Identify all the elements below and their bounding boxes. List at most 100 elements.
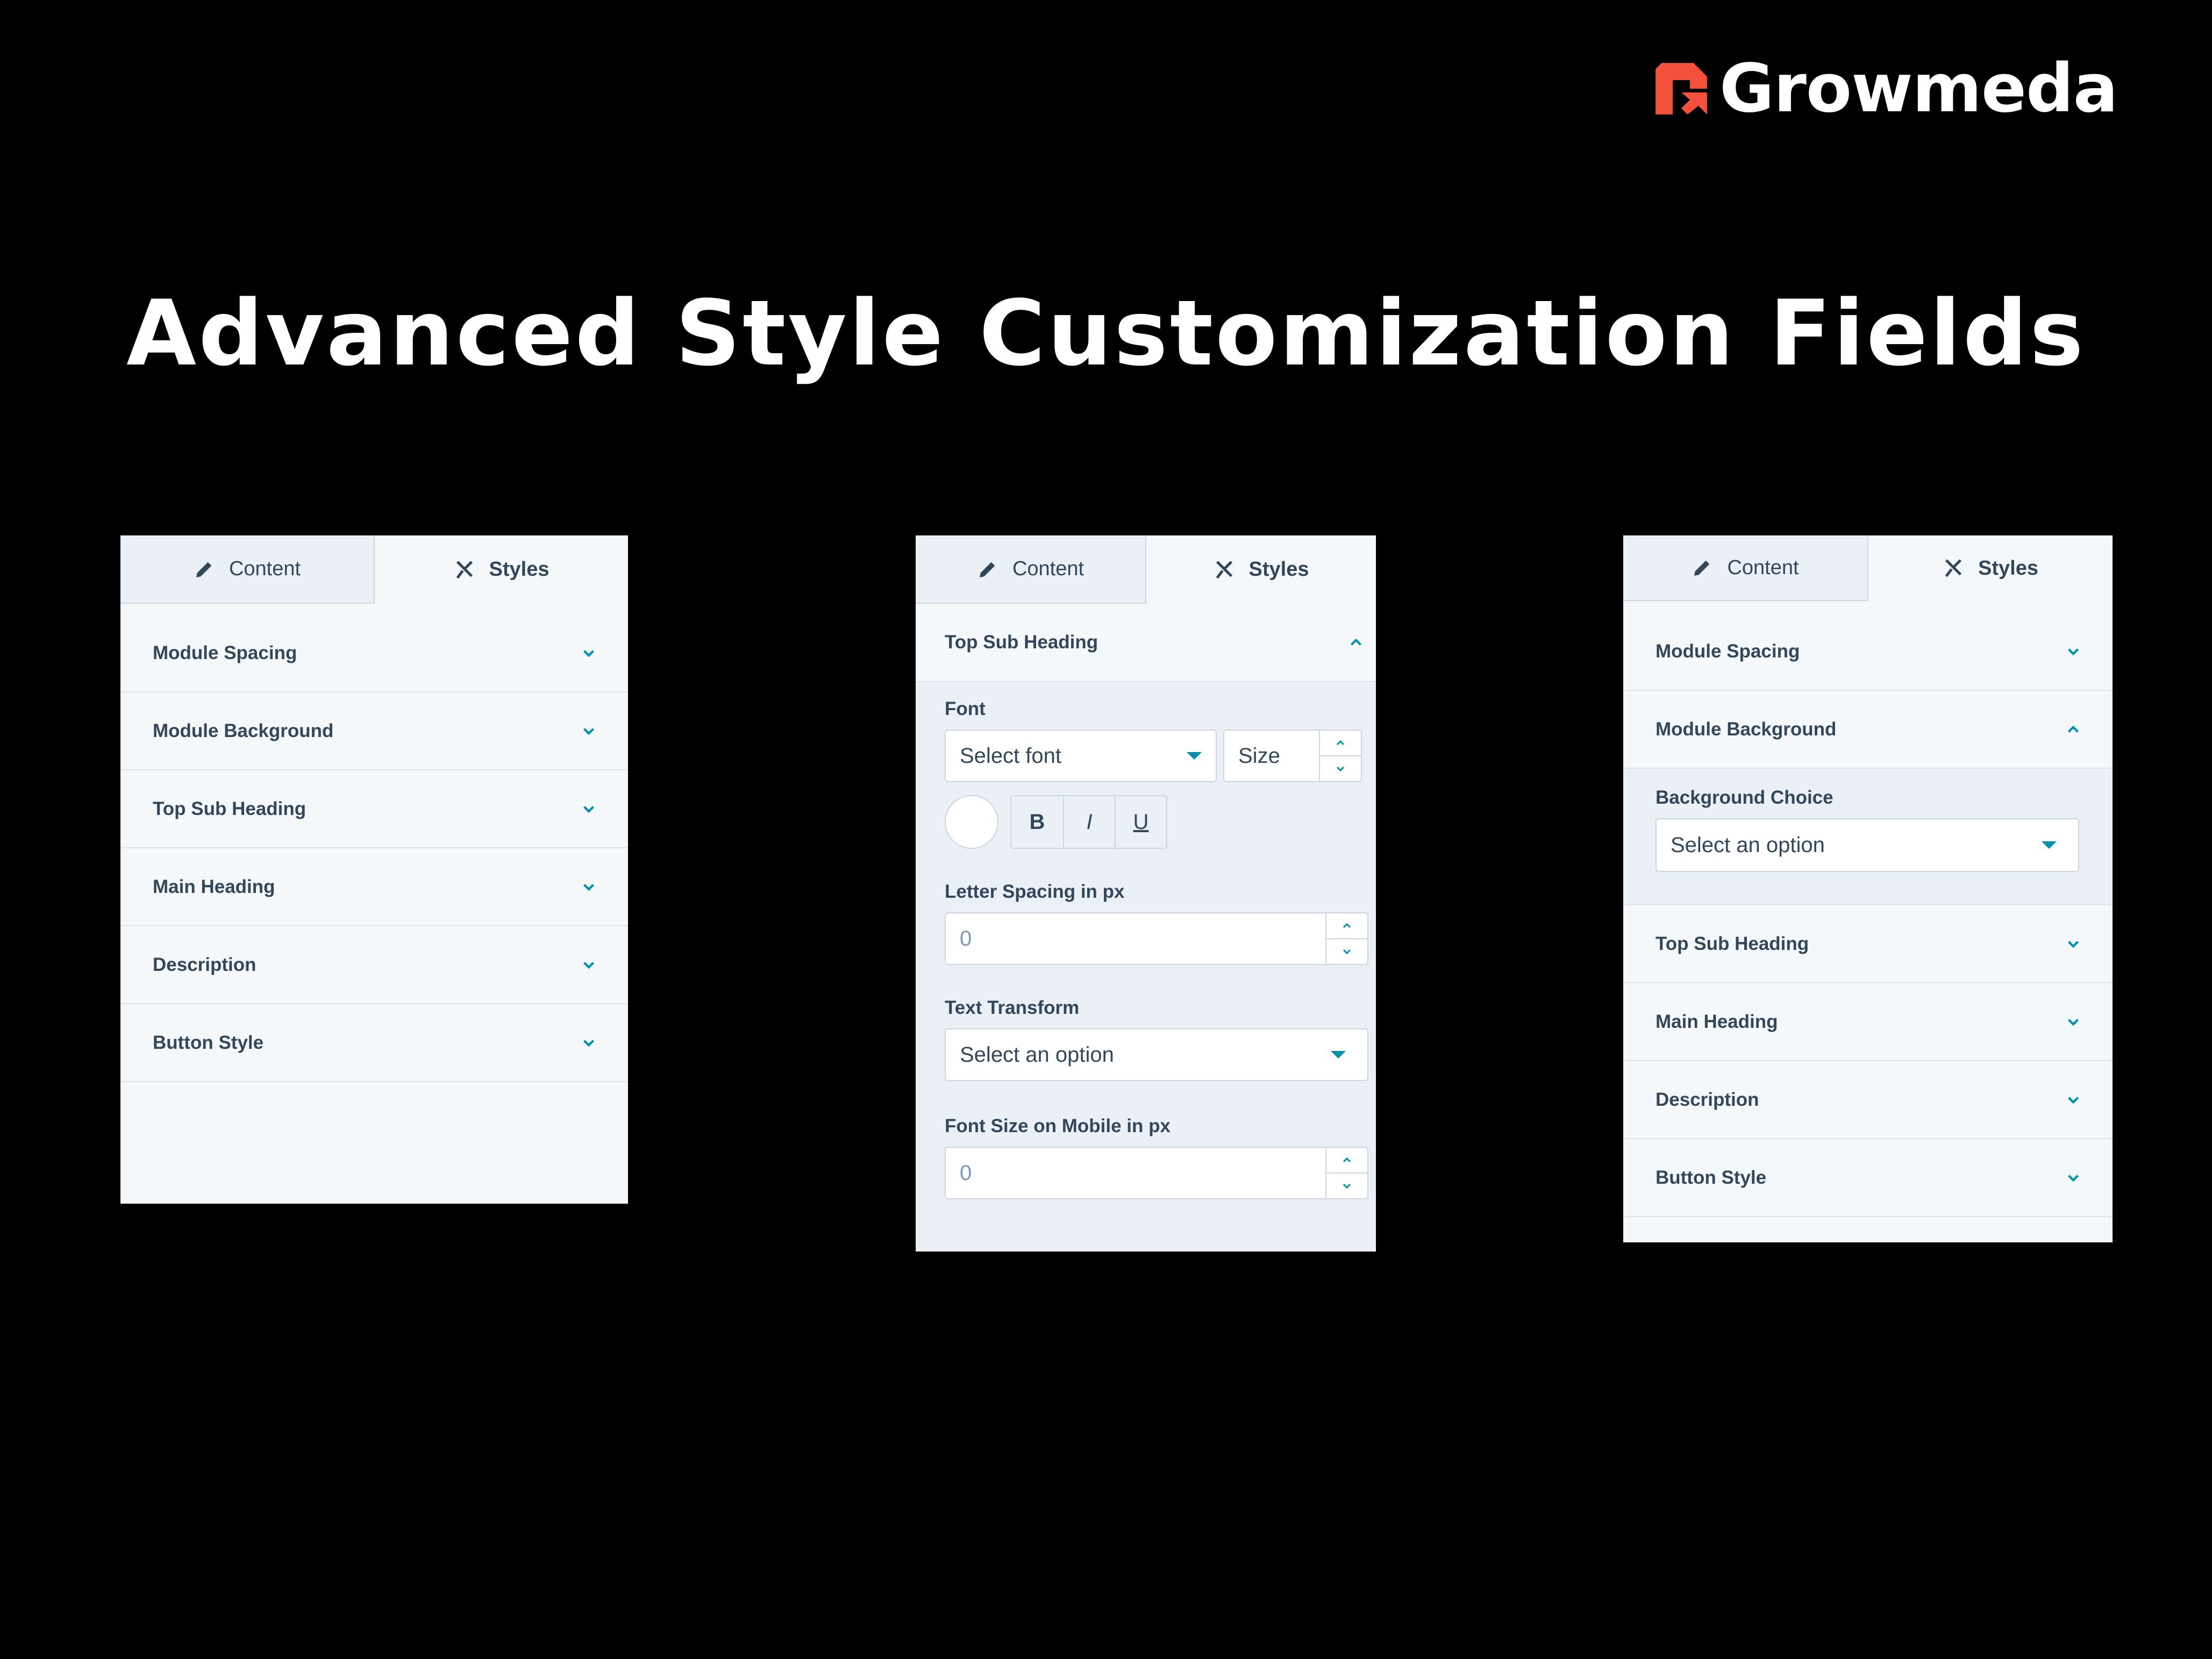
italic-button[interactable]: I	[1063, 796, 1115, 848]
accordion-module-spacing[interactable]: Module Spacing	[1623, 613, 2113, 691]
mobile-size-label: Font Size on Mobile in px	[945, 1115, 1171, 1136]
accordion-top-sub-heading[interactable]: Top Sub Heading	[1623, 905, 2113, 983]
brush-icon	[1216, 560, 1232, 578]
font-label: Font	[945, 698, 986, 719]
letter-spacing-stepper[interactable]	[1325, 913, 1367, 964]
bold-button[interactable]: B	[1011, 796, 1063, 848]
text-transform-label: Text Transform	[945, 997, 1080, 1018]
font-select-placeholder: Select font	[960, 743, 1062, 768]
accordion-module-background[interactable]: Module Background	[120, 692, 628, 770]
accordion-button-style[interactable]: Button Style	[120, 1004, 628, 1082]
accordion-label: Button Style	[153, 1032, 264, 1053]
stepper-down[interactable]	[1326, 1172, 1367, 1198]
accordion-label: Module Spacing	[153, 642, 297, 663]
mobile-size-input[interactable]: 0	[945, 1147, 1368, 1199]
accordion-label: Module Background	[1656, 718, 1837, 740]
text-transform-select[interactable]: Select an option	[945, 1028, 1368, 1081]
tab-bar: Content Styles	[916, 535, 1376, 604]
chevron-down-icon	[2067, 1174, 2079, 1182]
chevron-down-icon	[583, 727, 595, 735]
accordion-top-sub-heading[interactable]: Top Sub Heading	[120, 770, 628, 848]
chevron-down-icon	[583, 805, 595, 813]
tab-content-label: Content	[229, 557, 301, 580]
brush-icon	[1945, 559, 1962, 577]
chevron-down-icon	[1343, 949, 1351, 955]
chevron-down-icon	[583, 649, 595, 657]
page-title: Advanced Style Customization Fields	[126, 281, 2086, 386]
tab-styles[interactable]: Styles	[1868, 535, 2113, 601]
styles-panel-font: Content Styles Top Sub Heading Font Sele…	[916, 535, 1376, 1252]
text-transform-placeholder: Select an option	[960, 1042, 1114, 1067]
chevron-down-icon	[2067, 940, 2079, 948]
text-format-group: B I U	[1010, 795, 1167, 849]
background-choice-select[interactable]: Select an option	[1656, 818, 2079, 872]
size-stepper[interactable]	[1319, 731, 1361, 781]
letter-spacing-input[interactable]: 0	[945, 912, 1368, 965]
mobile-size-value: 0	[960, 1161, 972, 1185]
pencil-icon	[1694, 560, 1710, 576]
chevron-down-icon	[2067, 648, 2079, 655]
brush-icon	[456, 560, 473, 578]
font-size-placeholder: Size	[1238, 743, 1280, 768]
caret-down-icon	[2042, 841, 2057, 849]
brand-name: Growmeda	[1719, 50, 2118, 127]
accordion-top-sub-heading[interactable]: Top Sub Heading	[916, 604, 1376, 682]
accordion-label: Description	[153, 954, 256, 975]
color-picker-swatch[interactable]	[945, 795, 998, 849]
stepper-up[interactable]	[1326, 913, 1367, 938]
accordion-label: Button Style	[1656, 1167, 1767, 1188]
stepper-up[interactable]	[1320, 731, 1361, 755]
letter-spacing-value: 0	[960, 926, 972, 950]
accordion-label: Top Sub Heading	[1656, 933, 1809, 954]
accordion-button-style[interactable]: Button Style	[1623, 1139, 2113, 1217]
stepper-up[interactable]	[1326, 1148, 1367, 1172]
styles-panel-background: Content Styles Module Spacing Module Bac…	[1623, 535, 2113, 1242]
tab-content[interactable]: Content	[916, 535, 1146, 604]
accordion-label: Top Sub Heading	[153, 798, 306, 819]
chevron-down-icon	[2067, 1096, 2079, 1104]
pencil-icon	[979, 562, 995, 577]
chevron-up-icon	[1336, 740, 1345, 746]
stepper-down[interactable]	[1326, 938, 1367, 964]
accordion-label: Module Background	[153, 720, 334, 741]
styles-panel-collapsed: Content Styles Module Spacing Module Bac…	[120, 535, 628, 1204]
chevron-down-icon	[1336, 766, 1345, 772]
chevron-down-icon	[2067, 1018, 2079, 1026]
accordion-module-background[interactable]: Module Background	[1623, 691, 2113, 769]
tab-bar: Content Styles	[1623, 535, 2113, 601]
font-select[interactable]: Select font	[945, 730, 1217, 782]
accordion-description[interactable]: Description	[1623, 1061, 2113, 1139]
accordion-label: Top Sub Heading	[945, 632, 1098, 653]
background-choice-placeholder: Select an option	[1671, 833, 1825, 857]
chevron-up-icon	[1343, 1157, 1351, 1163]
accordion-label: Module Spacing	[1656, 640, 1800, 662]
tab-styles-label: Styles	[489, 558, 550, 581]
chevron-up-icon	[1343, 923, 1351, 928]
underline-button[interactable]: U	[1115, 796, 1166, 848]
background-settings-section: Background Choice Select an option	[1623, 769, 2113, 905]
chevron-up-icon	[1350, 638, 1362, 646]
font-settings-section: Font Select font Size B I U Letter Spaci…	[916, 682, 1376, 1252]
accordion-label: Description	[1656, 1089, 1759, 1110]
accordion-main-heading[interactable]: Main Heading	[120, 848, 628, 926]
tab-content[interactable]: Content	[1623, 535, 1868, 601]
tab-content[interactable]: Content	[120, 535, 375, 604]
tab-content-label: Content	[1727, 556, 1799, 579]
stepper-down[interactable]	[1320, 755, 1361, 781]
pencil-icon	[196, 562, 212, 577]
accordion-main-heading[interactable]: Main Heading	[1623, 983, 2113, 1061]
caret-down-icon	[1331, 1051, 1346, 1059]
mobile-size-stepper[interactable]	[1325, 1148, 1367, 1198]
chevron-down-icon	[1343, 1183, 1351, 1189]
growmeda-logo-icon	[1656, 63, 1707, 115]
tab-bar: Content Styles	[120, 535, 628, 604]
chevron-down-icon	[583, 961, 595, 969]
tab-styles[interactable]: Styles	[1146, 535, 1376, 604]
chevron-down-icon	[583, 1039, 595, 1047]
accordion-description[interactable]: Description	[120, 926, 628, 1004]
brand-logo: Growmeda	[1651, 50, 2118, 127]
font-size-input[interactable]: Size	[1223, 730, 1362, 782]
accordion-module-spacing[interactable]: Module Spacing	[120, 614, 628, 692]
tab-styles[interactable]: Styles	[375, 535, 628, 604]
tab-styles-label: Styles	[1978, 556, 2038, 580]
